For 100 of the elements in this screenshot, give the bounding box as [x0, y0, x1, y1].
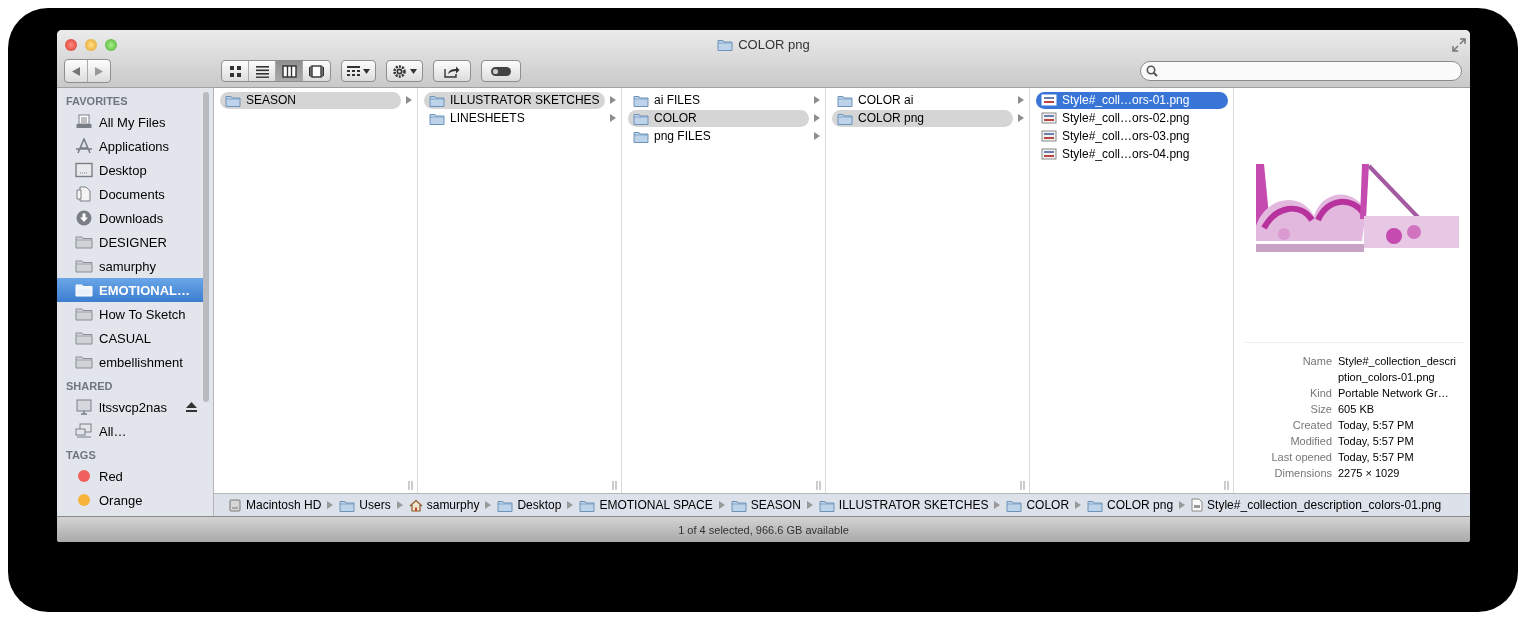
disclosure-arrow-icon [610, 114, 616, 122]
sidebar-item[interactable]: All My Files [57, 110, 203, 134]
sidebar-item[interactable]: How To Sketch [57, 302, 203, 326]
sidebar-item[interactable]: Orange [57, 488, 203, 512]
sidebar-item[interactable]: embellishment [57, 350, 203, 374]
path-separator-icon [1179, 501, 1186, 509]
fullscreen-icon[interactable] [1452, 38, 1466, 52]
path-separator-icon [1075, 501, 1082, 509]
list-icon [255, 65, 269, 78]
folder-icon [837, 93, 853, 107]
hard-drive-icon [228, 498, 242, 512]
arrange-button[interactable] [341, 60, 376, 82]
sidebar-heading: TAGS [65, 449, 97, 462]
path-separator-icon [396, 501, 403, 509]
close-button[interactable] [65, 39, 77, 51]
info-value: Portable Network Gr… [1338, 386, 1450, 401]
path-item[interactable]: Users [339, 498, 391, 512]
path-separator-icon [718, 501, 725, 509]
file-list-item[interactable]: COLOR [628, 109, 809, 127]
share-button[interactable] [433, 60, 471, 82]
file-list-item[interactable]: png FILES [628, 127, 809, 145]
folder-icon [633, 93, 649, 107]
file-list-item[interactable]: SEASON [220, 91, 401, 109]
sidebar-item[interactable]: Downloads [57, 206, 203, 230]
column-resize-handle[interactable] [1224, 481, 1229, 490]
back-forward-control[interactable] [64, 59, 111, 83]
file-list-item[interactable]: ILLUSTRATOR SKETCHES [424, 91, 605, 109]
file-list-item[interactable]: Style#_coll…ors-01.png [1036, 91, 1228, 109]
scrollbar[interactable] [203, 92, 209, 402]
file-list-item[interactable]: COLOR ai [832, 91, 1013, 109]
sidebar-item[interactable]: samurphy [57, 254, 203, 278]
columns-icon [281, 64, 297, 78]
file-list-item[interactable]: Style#_coll…ors-02.png [1036, 109, 1228, 127]
eject-icon[interactable] [186, 402, 197, 412]
path-item[interactable]: Macintosh HD [228, 498, 322, 512]
path-separator-icon [327, 501, 334, 509]
path-item[interactable]: ILLUSTRATOR SKETCHES [818, 498, 989, 512]
download-icon [75, 210, 93, 226]
sidebar-item[interactable]: Desktop [57, 158, 203, 182]
path-item[interactable]: COLOR [1006, 498, 1070, 512]
caret-icon [363, 68, 370, 74]
sidebar-heading: SHARED [65, 380, 114, 393]
disclosure-arrow-icon [814, 114, 820, 122]
cover-flow-icon [309, 64, 324, 78]
sidebar-item[interactable]: CASUAL [57, 326, 203, 350]
sidebar-item[interactable]: DESIGNER [57, 230, 203, 254]
info-label: Created [1291, 418, 1332, 433]
icon-grid-icon [229, 65, 241, 77]
folder-icon [1006, 498, 1023, 512]
path-item[interactable]: EMOTIONAL SPACE [579, 498, 713, 512]
folder-icon [818, 498, 835, 512]
file-list-item[interactable]: Style#_coll…ors-03.png [1036, 127, 1228, 145]
info-label: Modified [1289, 434, 1332, 449]
sidebar-item[interactable]: Applications [57, 134, 203, 158]
image-file-icon [1041, 148, 1057, 160]
folder-icon [75, 354, 93, 370]
view-mode-button[interactable] [276, 61, 303, 81]
file-list-item[interactable]: Style#_coll…ors-04.png [1036, 145, 1228, 163]
home-icon [408, 498, 423, 512]
sidebar-item[interactable]: Documents [57, 182, 203, 206]
path-item[interactable]: SEASON [730, 498, 801, 512]
disclosure-arrow-icon [814, 96, 820, 104]
folder-icon [429, 111, 445, 125]
toggle-icon [491, 66, 511, 76]
image-file-icon [1041, 130, 1057, 142]
search-icon [1146, 65, 1158, 77]
disclosure-arrow-icon [406, 96, 412, 104]
sidebar-item[interactable]: ltssvcp2nas [57, 395, 203, 419]
back-icon [72, 66, 80, 76]
file-list-item[interactable]: ai FILES [628, 91, 809, 109]
disclosure-arrow-icon [1018, 114, 1024, 122]
sidebar-item[interactable]: Red [57, 464, 203, 488]
folder-icon [717, 38, 734, 51]
folder-icon [75, 330, 93, 346]
tags-button[interactable] [481, 60, 521, 82]
file-list-item[interactable]: LINESHEETS [424, 109, 605, 127]
path-item[interactable]: Desktop [497, 498, 562, 512]
window-title: COLOR png [738, 37, 810, 52]
action-button[interactable] [386, 60, 423, 82]
column-resize-handle[interactable] [1020, 481, 1025, 490]
path-item[interactable]: COLOR png [1087, 498, 1174, 512]
file-list-item[interactable]: COLOR png [832, 109, 1013, 127]
column-resize-handle[interactable] [816, 481, 821, 490]
image-file-icon [1041, 112, 1057, 124]
search-field[interactable] [1140, 61, 1462, 81]
forward-icon [95, 66, 103, 76]
tag-dot-icon [75, 468, 93, 484]
path-item[interactable]: samurphy [408, 498, 480, 512]
sidebar-item[interactable]: All… [57, 419, 203, 443]
tag-dot-icon [75, 492, 93, 508]
view-mode-control[interactable] [221, 60, 331, 82]
folder-icon [429, 93, 445, 107]
column-resize-handle[interactable] [408, 481, 413, 490]
folder-icon [1087, 498, 1104, 512]
status-text: 1 of 4 selected, 966.6 GB available [678, 523, 849, 536]
path-item[interactable]: Style#_collection_description_colors-01.png [1191, 498, 1442, 512]
folder-icon [75, 282, 93, 298]
column-resize-handle[interactable] [612, 481, 617, 490]
path-separator-icon [567, 501, 574, 509]
path-separator-icon [485, 501, 492, 509]
